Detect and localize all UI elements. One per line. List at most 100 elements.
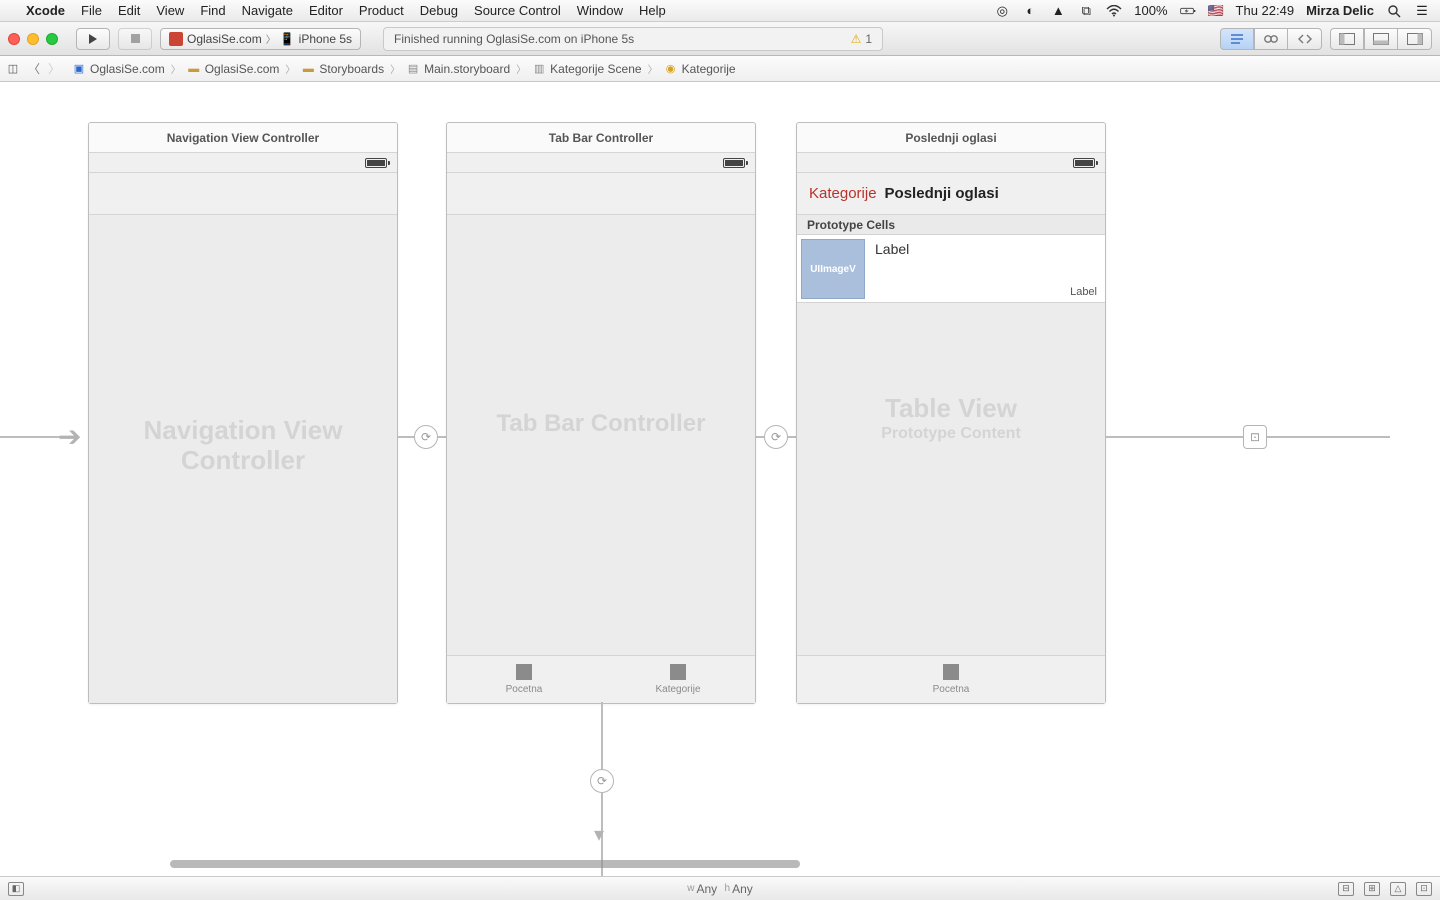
run-button[interactable]	[76, 28, 110, 50]
scene-poslednji-oglasi[interactable]: Poslednji oglasi Kategorije Poslednji og…	[796, 122, 1106, 704]
nav-forward-button[interactable]: 〉	[44, 59, 64, 79]
battery-icon[interactable]	[1180, 3, 1196, 19]
chevron-icon: 〉	[646, 61, 660, 76]
tab-icon	[943, 664, 959, 680]
clock[interactable]: Thu 22:49	[1236, 3, 1295, 18]
tab-icon	[670, 664, 686, 680]
cell-title-label[interactable]: Label	[875, 239, 909, 298]
displays-icon[interactable]: ⧉	[1078, 3, 1094, 19]
gdrive-icon[interactable]: ▲	[1050, 3, 1066, 19]
menu-editor[interactable]: Editor	[309, 3, 343, 18]
menu-help[interactable]: Help	[639, 3, 666, 18]
size-class-control[interactable]: wAny hAny	[687, 882, 753, 896]
cell-detail-label[interactable]: Label	[1070, 286, 1097, 298]
interface-builder-canvas[interactable]: ➔ Navigation View Controller Navigation …	[0, 82, 1440, 876]
jump-project[interactable]: ▣OglasiSe.com	[72, 62, 165, 76]
horizontal-scrollbar[interactable]	[170, 860, 800, 868]
cell-image-view[interactable]: UIImageV	[801, 239, 865, 299]
pin-button[interactable]: ⊞	[1364, 882, 1380, 896]
related-items-icon[interactable]: ◫	[6, 62, 20, 76]
maximize-window[interactable]	[46, 33, 58, 45]
close-window[interactable]	[8, 33, 20, 45]
scene-title[interactable]: Navigation View Controller	[89, 123, 397, 153]
warning-icon[interactable]: ⚠	[851, 32, 862, 46]
resolve-issues-button[interactable]: △	[1390, 882, 1406, 896]
status-bar	[447, 153, 755, 173]
wifi-icon[interactable]	[1106, 3, 1122, 19]
toggle-utilities-button[interactable]	[1398, 28, 1432, 50]
menu-product[interactable]: Product	[359, 3, 404, 18]
scheme-selector[interactable]: OglasiSe.com 〉 📱 iPhone 5s	[160, 28, 361, 50]
h-value: Any	[732, 882, 753, 896]
jump-object[interactable]: ◉Kategorije	[664, 62, 736, 76]
entry-point-arrow-icon[interactable]: ➔	[58, 420, 81, 453]
scene-tabbar-controller[interactable]: Tab Bar Controller Tab Bar Controller Po…	[446, 122, 756, 704]
scene-icon: ▥	[532, 62, 546, 76]
user-name[interactable]: Mirza Delic	[1306, 3, 1374, 18]
stop-button[interactable]	[118, 28, 152, 50]
arrow-down-icon: ▾	[594, 822, 604, 847]
nav-title[interactable]: Poslednji oglasi	[885, 185, 999, 202]
menu-edit[interactable]: Edit	[118, 3, 140, 18]
prototype-cell[interactable]: UIImageV Label Label	[797, 235, 1105, 303]
ib-bottom-bar: ◧ wAny hAny ⊟ ⊞ △ ⊡	[0, 876, 1440, 900]
h-prefix: h	[725, 883, 731, 894]
nav-back-button[interactable]: 〈	[24, 59, 44, 79]
editor-mode-group	[1220, 28, 1322, 50]
spotlight-icon[interactable]	[1386, 3, 1402, 19]
battery-percent[interactable]: 100%	[1134, 3, 1167, 18]
jump-scene[interactable]: ▥Kategorije Scene	[532, 62, 641, 76]
menu-debug[interactable]: Debug	[420, 3, 458, 18]
placeholder-text: Navigation View Controller	[89, 415, 397, 475]
menu-navigate[interactable]: Navigate	[242, 3, 293, 18]
placeholder-text: Table View	[797, 393, 1105, 424]
viber-icon[interactable]: ◎	[994, 3, 1010, 19]
segue-relationship-icon[interactable]: ⟳	[764, 425, 788, 449]
jump-folder1[interactable]: ▬OglasiSe.com	[187, 62, 280, 76]
tab-bar[interactable]: Pocetna Kategorije	[447, 655, 755, 703]
jump-bar: ◫ 〈 〉 ▣OglasiSe.com 〉 ▬OglasiSe.com 〉 ▬S…	[0, 56, 1440, 82]
chevron-icon: 〉	[169, 61, 183, 76]
jump-folder2[interactable]: ▬Storyboards	[301, 62, 384, 76]
menu-window[interactable]: Window	[577, 3, 623, 18]
navigation-bar[interactable]	[447, 173, 755, 215]
navigation-bar[interactable]: Kategorije Poslednji oglasi	[797, 173, 1105, 215]
tab-bar[interactable]: Pocetna	[797, 655, 1105, 703]
standard-editor-button[interactable]	[1220, 28, 1254, 50]
toggle-debug-button[interactable]	[1364, 28, 1398, 50]
storyboard-icon: ▤	[406, 62, 420, 76]
back-button[interactable]: Kategorije	[809, 185, 877, 202]
segue-show-icon[interactable]: ⊡	[1243, 425, 1267, 449]
app-menu[interactable]: Xcode	[26, 3, 65, 18]
menu-view[interactable]: View	[156, 3, 184, 18]
dnd-icon[interactable]: ◐	[1022, 3, 1038, 19]
navigation-bar[interactable]	[89, 173, 397, 215]
notifications-icon[interactable]: ☰	[1414, 3, 1430, 19]
scheme-app-name: OglasiSe.com	[187, 32, 262, 46]
scene-navigation-controller[interactable]: Navigation View Controller Navigation Vi…	[88, 122, 398, 704]
jump-storyboard[interactable]: ▤Main.storyboard	[406, 62, 510, 76]
outline-toggle-button[interactable]: ◧	[8, 882, 24, 896]
status-bar	[89, 153, 397, 173]
warning-count[interactable]: 1	[865, 32, 872, 46]
version-editor-button[interactable]	[1288, 28, 1322, 50]
scene-title[interactable]: Tab Bar Controller	[447, 123, 755, 153]
tab-pocetna[interactable]: Pocetna	[447, 656, 601, 703]
folder-icon: ▬	[301, 62, 315, 76]
tab-kategorije[interactable]: Kategorije	[601, 656, 755, 703]
menu-file[interactable]: File	[81, 3, 102, 18]
toggle-navigator-button[interactable]	[1330, 28, 1364, 50]
menu-find[interactable]: Find	[200, 3, 225, 18]
panel-toggle-group	[1330, 28, 1432, 50]
resizing-button[interactable]: ⊡	[1416, 882, 1432, 896]
align-button[interactable]: ⊟	[1338, 882, 1354, 896]
assistant-editor-button[interactable]	[1254, 28, 1288, 50]
flag-icon[interactable]: 🇺🇸	[1208, 3, 1224, 19]
tab-pocetna[interactable]: Pocetna	[797, 656, 1105, 703]
menu-source-control[interactable]: Source Control	[474, 3, 561, 18]
segue-relationship-icon[interactable]: ⟳	[414, 425, 438, 449]
minimize-window[interactable]	[27, 33, 39, 45]
project-icon: ▣	[72, 62, 86, 76]
scene-title[interactable]: Poslednji oglasi	[797, 123, 1105, 153]
segue-relationship-icon[interactable]: ⟳	[590, 769, 614, 793]
